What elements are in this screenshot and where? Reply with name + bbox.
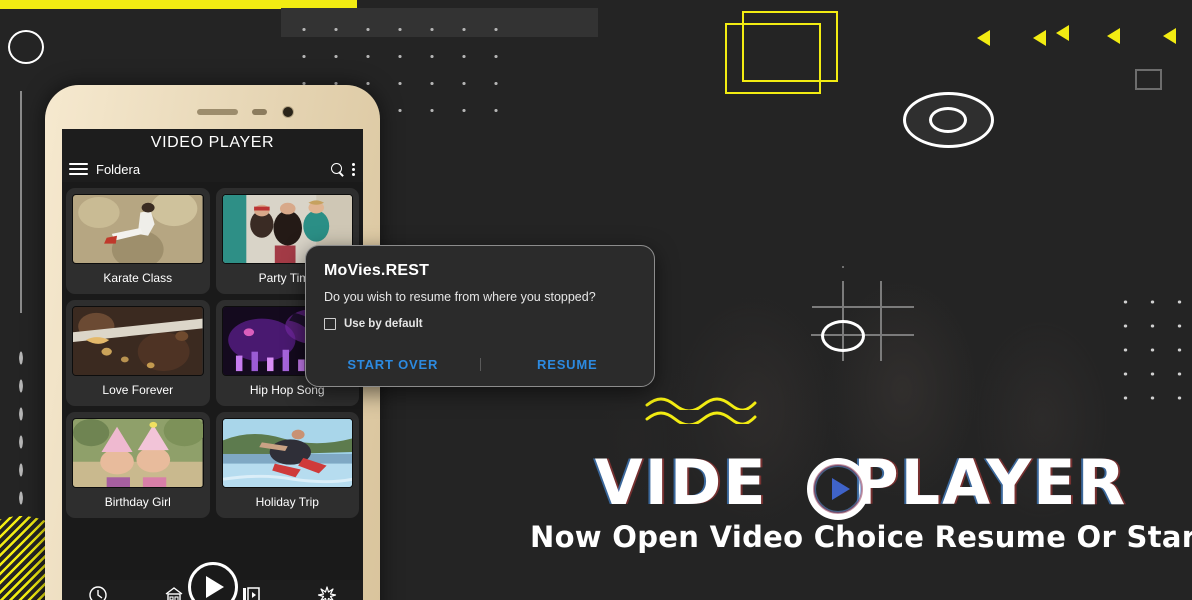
play-triangle-icon	[832, 478, 850, 500]
crosshair-ellipse-decoration	[821, 320, 865, 352]
promo-subtitle: Now Open Video Choice Resume Or Start Ov…	[530, 520, 1192, 554]
vertical-line-decoration	[20, 91, 22, 313]
promo-title-part2: PLAYER	[829, 446, 1128, 519]
crosshair-line-decoration	[880, 281, 882, 361]
promo-title-part1: VIDE	[594, 446, 768, 519]
video-title: Love Forever	[102, 383, 174, 397]
search-icon[interactable]	[331, 162, 344, 176]
crosshair-line-decoration	[812, 306, 914, 308]
ellipse-inner-decoration	[929, 107, 967, 133]
phone-sensor	[252, 109, 267, 115]
video-card[interactable]: Birthday Girl	[66, 412, 210, 518]
dialog-title: MoVies.REST	[324, 262, 430, 279]
play-circle-icon	[807, 458, 869, 520]
circle-outline-decoration	[8, 30, 44, 64]
dot-column-decoration	[17, 344, 25, 540]
video-title: Karate Class	[103, 271, 173, 285]
clock-icon	[88, 585, 108, 600]
kebab-menu-icon[interactable]	[352, 162, 355, 176]
hamburger-menu-icon[interactable]	[69, 163, 88, 175]
resume-button[interactable]: RESUME	[481, 357, 655, 372]
yellow-square-decoration-a	[725, 23, 821, 94]
bottom-navigation: Recent Home	[62, 562, 363, 600]
use-by-default-label: Use by default	[344, 318, 423, 330]
grey-square-decoration	[1135, 69, 1162, 90]
screenshot-canvas: VIDE PLAYER Now Open Video Choice Resume…	[0, 0, 1192, 600]
play-button[interactable]	[187, 562, 238, 600]
dot-band-decoration	[281, 8, 598, 37]
yellow-triangle-icon	[1163, 28, 1176, 44]
crosshair-dot-decoration	[842, 266, 844, 268]
ellipse-outline-decoration	[903, 92, 994, 148]
yellow-bar-decoration	[0, 0, 357, 9]
love-thumbnail	[72, 306, 204, 376]
nav-item-favorites[interactable]: Favorites	[303, 585, 351, 600]
video-title: Holiday Trip	[255, 495, 319, 509]
phone-speaker	[197, 109, 238, 115]
video-card[interactable]: Karate Class	[66, 188, 210, 294]
yellow-wave-decoration	[645, 396, 757, 410]
nav-item-recent[interactable]: Recent	[74, 585, 122, 600]
promo-title: VIDE PLAYER	[530, 452, 1192, 520]
use-by-default-checkbox[interactable]	[324, 318, 336, 330]
library-icon	[241, 585, 261, 600]
yellow-triangle-icon	[1107, 28, 1120, 44]
yellow-triangle-icon	[1056, 25, 1069, 41]
yellow-square-decoration-b	[742, 11, 838, 82]
folder-label: Foldera	[96, 161, 141, 177]
video-title: Birthday Girl	[104, 495, 171, 509]
app-title: VIDEO PLAYER	[62, 129, 363, 156]
star-burst-icon	[317, 585, 337, 600]
video-card[interactable]: Love Forever	[66, 300, 210, 406]
yellow-wave-decoration	[645, 410, 757, 424]
holiday-thumbnail	[221, 418, 353, 488]
play-icon	[206, 576, 224, 598]
yellow-triangle-icon	[1033, 30, 1046, 46]
promo-block: VIDE PLAYER Now Open Video Choice Resume…	[530, 452, 1192, 555]
resume-dialog: MoVies.REST Do you wish to resume from w…	[305, 245, 655, 387]
dialog-actions: START OVER RESUME	[306, 357, 654, 372]
dialog-message: Do you wish to resume from where you sto…	[324, 290, 596, 304]
video-card[interactable]: Holiday Trip	[215, 412, 359, 518]
karate-thumbnail	[72, 194, 204, 264]
dot-grid-right-decoration	[1112, 290, 1192, 410]
birthday-thumbnail	[72, 418, 204, 488]
start-over-button[interactable]: START OVER	[306, 357, 480, 372]
home-icon	[164, 585, 184, 600]
yellow-triangle-icon	[977, 30, 990, 46]
crosshair-line-decoration	[811, 334, 914, 336]
use-by-default-row[interactable]: Use by default	[324, 318, 636, 330]
app-bar: Foldera	[62, 156, 363, 182]
crosshair-line-decoration	[842, 281, 844, 361]
phone-camera	[282, 106, 294, 118]
